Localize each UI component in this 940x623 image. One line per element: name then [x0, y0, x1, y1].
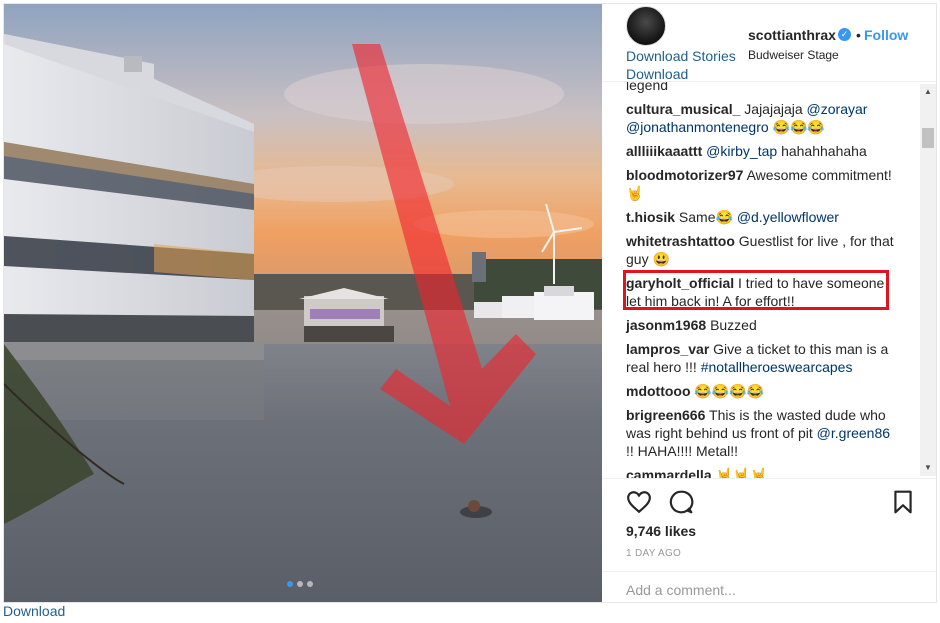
download-link[interactable]: Download — [626, 66, 688, 82]
download-stories-link[interactable]: Download Stories — [626, 48, 736, 64]
comment-username[interactable]: t.hiosik — [626, 209, 675, 225]
comment-mention[interactable]: @d.yellowflower — [737, 209, 839, 225]
bottom-download-link[interactable]: Download — [3, 603, 65, 619]
carousel-dot[interactable] — [297, 581, 303, 587]
comment-username[interactable]: bloodmotorizer97 — [626, 167, 743, 183]
comment-item: cultura_musical_ Jajajajaja @zorayar @jo… — [626, 100, 896, 136]
verified-icon: ✓ — [838, 28, 851, 41]
comment-suffix: 😂😂😂 — [772, 119, 825, 135]
follow-button[interactable]: Follow — [864, 27, 908, 43]
comment-item: t.hiosik Same😂 @d.yellowflower — [626, 208, 896, 226]
comment-suffix: hahahhahaha — [781, 143, 867, 159]
scroll-up-icon[interactable]: ▲ — [920, 84, 936, 100]
comment-mention[interactable]: @r.green86 — [817, 425, 890, 441]
comment-item: brigreen666 This is the wasted dude who … — [626, 406, 896, 460]
add-comment-bar — [602, 571, 936, 603]
highlight-box — [623, 270, 889, 310]
comment-item: lampros_var Give a ticket to this man is… — [626, 340, 896, 376]
comment-item: mdottooo 😂😂😂😂 — [626, 382, 896, 400]
comment-item: cammardella 🤘🤘🤘 — [626, 466, 896, 478]
comment-item: allliiikaaattt @kirby_tap hahahhahaha — [626, 142, 896, 160]
likes-count[interactable]: 9,746 likes — [626, 523, 696, 539]
username[interactable]: scottianthrax — [748, 27, 836, 43]
comment-text: Jajajajaja — [744, 101, 807, 117]
carousel-dot[interactable] — [287, 581, 293, 587]
bookmark-icon[interactable] — [890, 489, 916, 515]
comment-username[interactable]: brigreen666 — [626, 407, 705, 423]
comment-item: legend — [626, 82, 896, 94]
post-actions: 9,746 likes 1 DAY AGO — [602, 478, 936, 602]
comment-username[interactable]: whitetrashtattoo — [626, 233, 735, 249]
post-photo[interactable] — [4, 4, 602, 602]
instagram-post: Download Stories Download scottianthrax … — [3, 3, 937, 603]
comment-item: bloodmotorizer97 Awesome commitment! 🤘 — [626, 166, 896, 202]
comment-suffix: !! HAHA!!!! Metal!! — [626, 443, 739, 459]
carousel-dot[interactable] — [307, 581, 313, 587]
comment-hashtag[interactable]: #notallheroeswearcapes — [701, 359, 853, 375]
comment-item: whitetrashtattoo Guestlist for live , fo… — [626, 232, 896, 268]
comment-username[interactable]: lampros_var — [626, 341, 709, 357]
post-side-panel: Download Stories Download scottianthrax … — [602, 4, 936, 602]
comment-text: Same😂 — [678, 209, 737, 225]
photo-scene — [4, 4, 602, 602]
comments-list[interactable]: legend cultura_musical_ Jajajajaja @zora… — [602, 82, 936, 478]
comment-text: 😂😂😂😂 — [694, 383, 765, 399]
comment-item: jasonm1968 Buzzed — [626, 316, 896, 334]
comment-username[interactable]: jasonm1968 — [626, 317, 706, 333]
avatar[interactable] — [626, 6, 666, 46]
comment-text: 🤘🤘🤘 — [715, 467, 768, 478]
scroll-down-icon[interactable]: ▼ — [920, 460, 936, 476]
comment-text: legend — [626, 82, 669, 93]
post-header: Download Stories Download scottianthrax … — [602, 4, 936, 82]
comments-scrollbar[interactable]: ▲ ▼ — [920, 84, 936, 476]
comment-mention[interactable]: @kirby_tap — [706, 143, 777, 159]
comment-icon[interactable] — [668, 489, 694, 515]
heart-icon[interactable] — [626, 489, 652, 515]
carousel-indicator[interactable] — [287, 581, 313, 587]
comment-username[interactable]: cultura_musical_ — [626, 101, 740, 117]
comment-username[interactable]: allliiikaaattt — [626, 143, 702, 159]
comment-input[interactable] — [626, 580, 906, 600]
separator: • — [856, 27, 861, 43]
location-link[interactable]: Budweiser Stage — [748, 48, 839, 62]
post-timestamp[interactable]: 1 DAY AGO — [626, 548, 681, 559]
comment-text: Buzzed — [710, 317, 757, 333]
comment-username[interactable]: cammardella — [626, 467, 712, 478]
comment-username[interactable]: mdottooo — [626, 383, 691, 399]
scrollbar-thumb[interactable] — [922, 128, 934, 148]
